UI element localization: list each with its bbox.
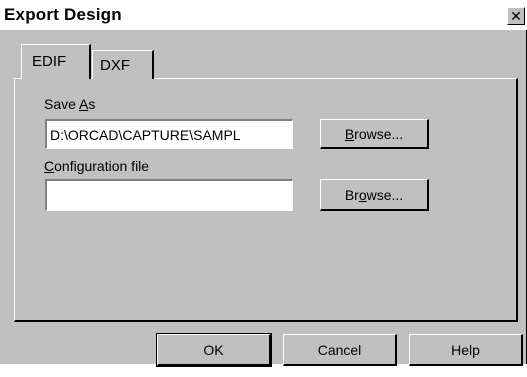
cancel-button[interactable]: Cancel: [283, 334, 397, 366]
help-button-label: Help: [451, 341, 480, 358]
cancel-button-label: Cancel: [317, 341, 362, 358]
ok-button[interactable]: OK: [156, 333, 272, 367]
tab-panel-edif: Save As Browse... Configuration file Bro…: [14, 78, 518, 322]
window-title: Export Design: [4, 5, 122, 24]
tab-dxf-label: DXF: [100, 57, 130, 74]
save-as-label: Save As: [44, 96, 96, 112]
tab-dxf[interactable]: DXF: [92, 50, 154, 79]
browse-save-as-label: Browse...: [344, 125, 404, 142]
help-button[interactable]: Help: [409, 334, 523, 366]
tab-edif-label: EDIF: [32, 53, 67, 70]
configuration-file-label: Configuration file: [44, 158, 150, 174]
close-button[interactable]: ✕: [507, 7, 525, 25]
tab-edif[interactable]: EDIF: [21, 44, 91, 79]
export-design-dialog: Export Design ✕ EDIF DXF Save As Browse.…: [0, 0, 527, 367]
browse-configuration-label: Browse...: [344, 186, 404, 203]
close-icon: ✕: [510, 8, 522, 24]
title-bar: Export Design ✕: [0, 0, 527, 30]
configuration-file-field[interactable]: [45, 179, 293, 211]
ok-button-label: OK: [203, 341, 224, 358]
browse-configuration-button[interactable]: Browse...: [320, 179, 429, 211]
browse-save-as-button[interactable]: Browse...: [320, 119, 429, 149]
save-as-field[interactable]: [45, 119, 293, 149]
